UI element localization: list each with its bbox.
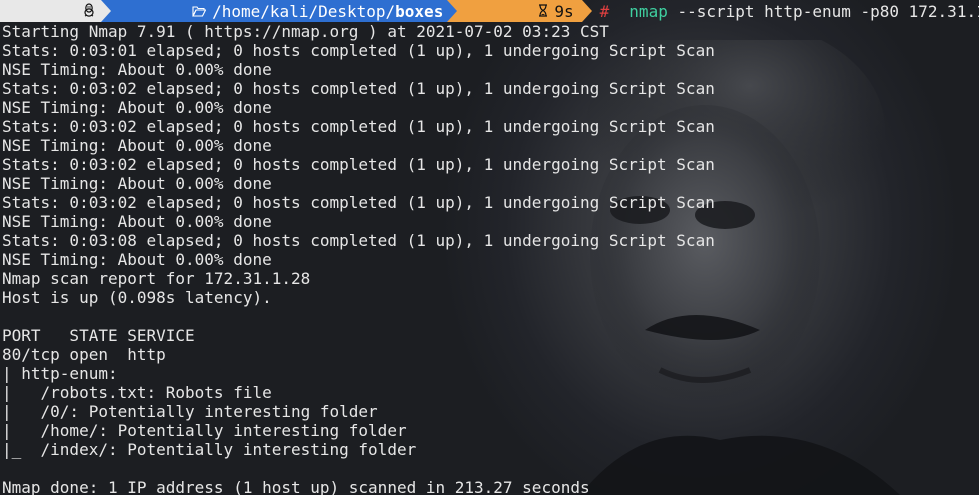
- output-line: NSE Timing: About 0.00% done: [2, 98, 272, 117]
- output-line: | http-enum:: [2, 364, 118, 383]
- output-line: Stats: 0:03:02 elapsed; 0 hosts complete…: [2, 193, 715, 212]
- prompt-directory-current: boxes: [395, 1, 444, 21]
- output-line: |_ /index/: Potentially interesting fold…: [2, 440, 417, 459]
- prompt-duration: 9s: [554, 1, 574, 21]
- output-line: Nmap scan report for 172.31.1.28: [2, 269, 311, 288]
- output-line: | /robots.txt: Robots file: [2, 383, 272, 402]
- command-arguments: --script http-enum -p80 172.31.1.28 -oN …: [677, 1, 979, 21]
- output-line: PORT STATE SERVICE: [2, 326, 195, 345]
- output-line: Nmap done: 1 IP address (1 host up) scan…: [2, 478, 590, 495]
- prompt-directory-path: /home/kali/Desktop/: [212, 1, 396, 21]
- output-line: Host is up (0.098s latency).: [2, 288, 272, 307]
- output-line: Stats: 0:03:02 elapsed; 0 hosts complete…: [2, 117, 715, 136]
- output-line: NSE Timing: About 0.00% done: [2, 136, 272, 155]
- output-line: Stats: 0:03:01 elapsed; 0 hosts complete…: [2, 41, 715, 60]
- shell-prompt: /home/kali/Desktop/boxes 9s # nmap --scr…: [0, 0, 979, 22]
- output-line: NSE Timing: About 0.00% done: [2, 174, 272, 193]
- prompt-directory-segment: /home/kali/Desktop/boxes: [101, 0, 458, 22]
- terminal-window[interactable]: /home/kali/Desktop/boxes 9s # nmap --scr…: [0, 0, 979, 495]
- terminal-output: Starting Nmap 7.91 ( https://nmap.org ) …: [2, 22, 715, 495]
- command-name: nmap: [629, 1, 668, 21]
- output-line: Starting Nmap 7.91 ( https://nmap.org ) …: [2, 22, 609, 41]
- output-line: 80/tcp open http: [2, 345, 166, 364]
- output-line: Stats: 0:03:02 elapsed; 0 hosts complete…: [2, 79, 715, 98]
- output-line: | /home/: Potentially interesting folder: [2, 421, 407, 440]
- output-line: NSE Timing: About 0.00% done: [2, 60, 272, 79]
- output-line: NSE Timing: About 0.00% done: [2, 212, 272, 231]
- prompt-duration-segment: 9s: [447, 0, 592, 22]
- output-line: Stats: 0:03:02 elapsed; 0 hosts complete…: [2, 155, 715, 174]
- output-line: | /0/: Potentially interesting folder: [2, 402, 378, 421]
- prompt-os-segment: [0, 0, 112, 22]
- output-line: NSE Timing: About 0.00% done: [2, 250, 272, 269]
- output-line: Stats: 0:03:08 elapsed; 0 hosts complete…: [2, 231, 715, 250]
